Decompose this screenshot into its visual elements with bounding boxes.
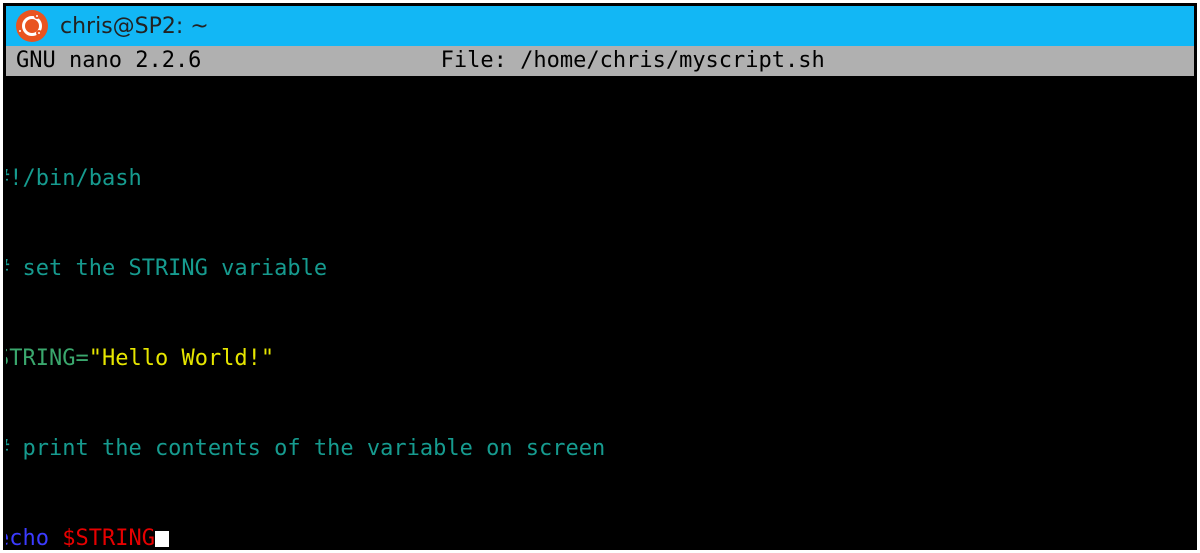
cursor [155,531,169,547]
ubuntu-icon [16,10,48,42]
code-line-1: #!/bin/bash [6,164,1194,194]
comment: # print the contents of the variable on … [6,436,605,461]
window-title: chris@SP2: ~ [60,14,209,39]
editor-area[interactable]: #!/bin/bash # set the STRING variable ST… [6,76,1194,547]
code-line-4: # print the contents of the variable on … [6,434,1194,464]
comment: # set the STRING variable [6,256,327,281]
variable-name: STRING [6,346,75,371]
command: echo [6,526,62,547]
shebang: #!/bin/bash [6,166,142,191]
nano-status [1064,46,1184,76]
code-line-3: STRING="Hello World!" [6,344,1194,374]
string-literal: "Hello World!" [89,346,274,371]
variable-ref: $STRING [62,526,155,547]
terminal-window: chris@SP2: ~ GNU nano 2.2.6 File: /home/… [3,3,1197,550]
nano-file: File: /home/chris/myscript.sh [201,46,1064,76]
nano-version: GNU nano 2.2.6 [16,46,201,76]
code-line-5: echo $STRING [6,524,1194,547]
nano-header: GNU nano 2.2.6 File: /home/chris/myscrip… [6,46,1194,76]
code-line-2: # set the STRING variable [6,254,1194,284]
assign-op: = [75,346,88,371]
titlebar[interactable]: chris@SP2: ~ [6,6,1194,46]
